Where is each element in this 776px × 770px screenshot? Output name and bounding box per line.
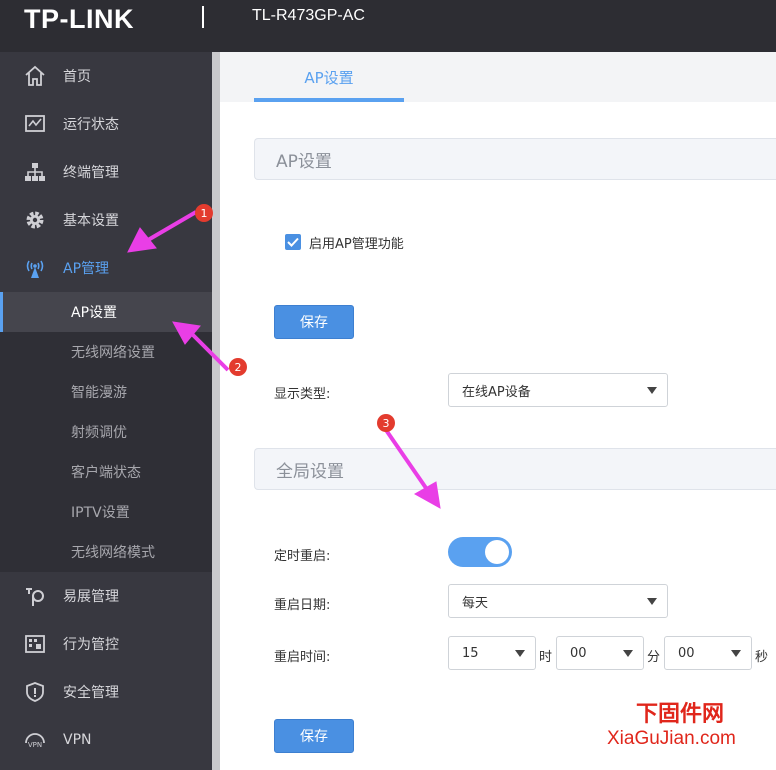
- annotation-badge-3: 3: [377, 414, 395, 432]
- annotation-badge-1: 1: [195, 204, 213, 222]
- annotation-arrow-2: [190, 332, 230, 372]
- annotation-arrows: [127, 210, 441, 509]
- annotation-arrow-1: [146, 210, 198, 242]
- annotation-arrowhead-3: [413, 481, 441, 509]
- annotation-badge-2: 2: [229, 358, 247, 376]
- watermark-en: XiaGuJian.com: [607, 728, 736, 749]
- annotation-arrow-3: [384, 428, 428, 490]
- watermark-cn: 下固件网: [636, 702, 725, 727]
